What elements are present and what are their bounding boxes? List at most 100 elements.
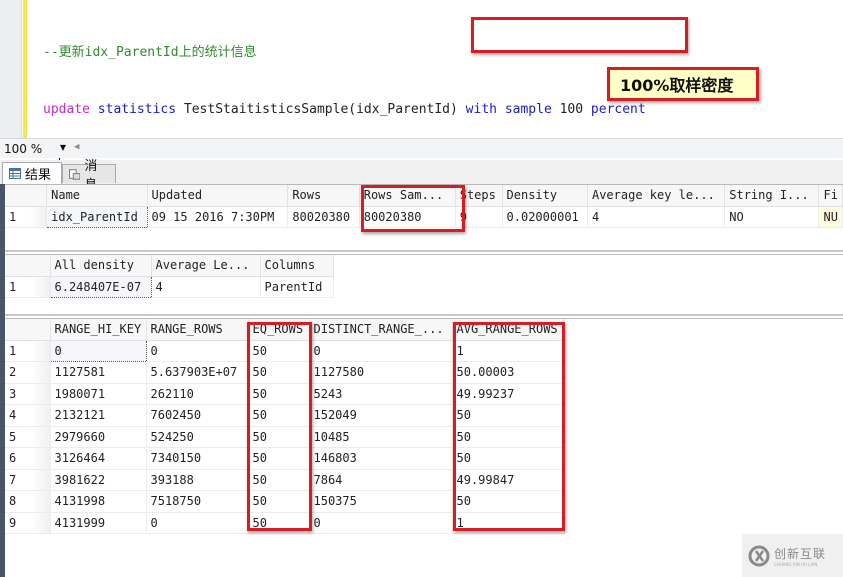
column-header[interactable]: Average key le... [587, 185, 726, 207]
cell[interactable]: 0.02000001 [502, 206, 588, 228]
cell[interactable]: 3981622 [50, 469, 147, 491]
watermark-text: 创新互联 [774, 546, 827, 561]
cell[interactable]: 2979660 [50, 426, 147, 448]
sql-comment: --更新idx_ParentId上的统计信息 [43, 45, 257, 60]
column-header[interactable]: Average Le... [151, 255, 261, 277]
highlight-eq-rows [247, 322, 312, 531]
column-header[interactable]: Name [46, 185, 148, 207]
header-row: All density Average Le... Columns [5, 255, 334, 277]
cell[interactable]: 10485 [309, 426, 453, 448]
chevron-down-icon[interactable]: ▼ [60, 143, 66, 152]
tab-messages[interactable]: 消息 [62, 159, 116, 193]
highlight-avg-range-rows [453, 322, 565, 531]
column-header[interactable]: String I... [724, 185, 820, 207]
row-number[interactable]: 1 [5, 206, 48, 228]
zoom-dropdown[interactable]: 100 % ▼ [4, 141, 66, 157]
cell[interactable]: 7864 [309, 469, 453, 491]
cell[interactable]: 146803 [309, 447, 453, 470]
cell[interactable]: 1980071 [50, 383, 147, 405]
density-table: All density Average Le... Columns 1 6.24… [5, 255, 334, 298]
cell[interactable]: NU [818, 206, 843, 228]
cell[interactable]: 0 [309, 340, 453, 362]
kw-with: with [465, 102, 497, 117]
cell[interactable]: 4131999 [50, 512, 147, 534]
watermark: 创新互联 CHUANG XIN HU LIAN [742, 534, 843, 577]
corner-cell[interactable] [5, 319, 51, 341]
watermark-subtext: CHUANG XIN HU LIAN [774, 561, 818, 567]
density-grid[interactable]: All density Average Le... Columns 1 6.24… [5, 254, 843, 316]
editor-gutter [0, 0, 22, 138]
callout-annotation: 100%取样密度 [607, 67, 759, 101]
cell[interactable]: 7340150 [146, 447, 249, 470]
scroll-left-arrow-icon[interactable]: ◀ [74, 142, 79, 152]
column-header[interactable]: DISTINCT_RANGE_... [309, 319, 453, 341]
zoom-bar: 100 % ▼ ◀ [0, 138, 843, 158]
cell[interactable]: 150375 [309, 490, 453, 513]
corner-cell[interactable] [5, 185, 48, 207]
grid-icon [9, 168, 21, 179]
cell[interactable]: 09 15 2016 7:30PM [147, 206, 289, 228]
highlight-rows-sampled [361, 185, 465, 232]
cell[interactable]: 152049 [309, 404, 453, 427]
cell[interactable]: ParentId [260, 276, 334, 298]
callout-text: 100%取样密度 [620, 76, 734, 95]
cell[interactable]: 1127581 [50, 361, 147, 384]
column-header[interactable]: RANGE_ROWS [146, 319, 249, 341]
cell[interactable]: 4131998 [50, 490, 147, 513]
cell[interactable]: 6.248407E-07 [49, 275, 152, 298]
cell[interactable]: 393188 [146, 469, 249, 491]
row-number[interactable]: 6 [5, 447, 51, 470]
column-header[interactable]: Columns [260, 255, 334, 277]
cell[interactable]: 0 [146, 512, 249, 534]
query-editor[interactable]: --更新idx_ParentId上的统计信息 update statistics… [0, 0, 843, 345]
cell[interactable]: 5243 [309, 383, 453, 405]
zoom-value: 100 % [4, 142, 43, 156]
corner-cell[interactable] [5, 255, 51, 277]
highlight-sample-clause [471, 17, 688, 53]
cell[interactable]: 1127580 [309, 361, 453, 384]
column-header[interactable]: Density [502, 185, 588, 207]
row-number[interactable]: 5 [5, 426, 51, 448]
column-header[interactable]: Updated [147, 185, 289, 207]
tab-results-label: 结果 [25, 168, 52, 183]
stats-target: TestStaitisticsSample(idx_ParentId) [183, 102, 458, 117]
cell[interactable]: idx_ParentId [46, 205, 148, 228]
column-header[interactable]: RANGE_HI_KEY [50, 319, 147, 341]
row-number[interactable]: 7 [5, 469, 51, 491]
cell[interactable]: NO [724, 206, 820, 228]
cell[interactable]: 7518750 [146, 490, 249, 513]
cell[interactable]: 262110 [146, 383, 249, 405]
row-number[interactable]: 8 [5, 490, 51, 513]
histogram-grid[interactable]: RANGE_HI_KEY RANGE_ROWS EQ_ROWS DISTINCT… [5, 318, 843, 577]
brand-logo-icon [748, 545, 770, 566]
column-header[interactable]: Fi [818, 185, 843, 207]
cell[interactable]: 0 [49, 339, 147, 362]
sample-number: 100 [559, 102, 584, 117]
kw-sample: sample [504, 102, 552, 117]
cell[interactable]: 3126464 [50, 447, 147, 470]
change-indicator-bar [23, 0, 27, 138]
cell[interactable]: 4 [587, 206, 726, 228]
cell[interactable]: 4 [151, 276, 261, 298]
code-line-update: update statistics TestStaitisticsSample(… [43, 100, 646, 119]
row-number[interactable]: 1 [5, 276, 51, 298]
tab-results[interactable]: 结果 [2, 162, 62, 184]
message-icon [69, 168, 81, 180]
table-row[interactable]: 1 6.248407E-07 4 ParentId [5, 275, 334, 298]
cell[interactable]: 524250 [146, 426, 249, 448]
kw-update: update [43, 102, 90, 117]
cell[interactable]: 0 [146, 340, 249, 362]
kw-statistics: statistics [97, 102, 177, 117]
row-number[interactable]: 4 [5, 404, 51, 427]
cell[interactable]: 7602450 [146, 404, 249, 427]
row-number[interactable]: 3 [5, 383, 51, 405]
column-header[interactable]: All density [50, 255, 152, 277]
row-number[interactable]: 9 [5, 512, 51, 534]
row-number[interactable]: 1 [5, 340, 51, 362]
cell[interactable]: 80020380 [287, 206, 360, 228]
column-header[interactable]: Rows [287, 185, 360, 207]
cell[interactable]: 2132121 [50, 404, 147, 427]
cell[interactable]: 5.637903E+07 [146, 361, 249, 384]
cell[interactable]: 0 [309, 512, 453, 534]
row-number[interactable]: 2 [5, 361, 51, 384]
